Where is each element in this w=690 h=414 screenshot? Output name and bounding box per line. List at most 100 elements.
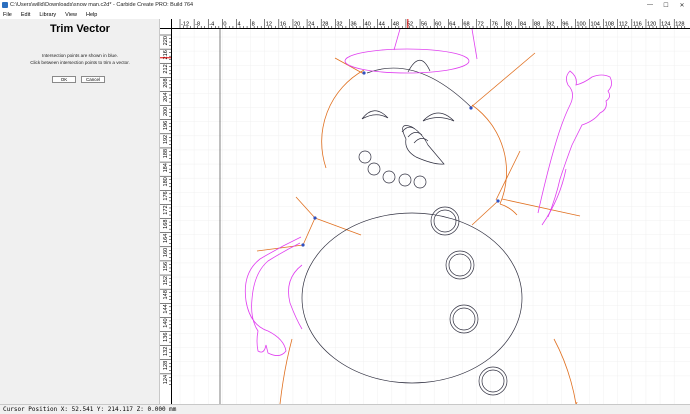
- right-arm-inner: [541, 168, 567, 226]
- window-title: C:\Users\willd\Downloads\snow man.c2d* -…: [10, 2, 194, 8]
- trim-vector-panel: Trim Vector Intersection points are show…: [0, 19, 160, 404]
- ruler-left-label: 140: [163, 318, 169, 327]
- button-4-inner: [481, 369, 505, 393]
- status-bar: Cursor Position X: 52.541 Y: 214.117 Z: …: [0, 404, 690, 414]
- title-bar: C:\Users\willd\Downloads\snow man.c2d* -…: [0, 0, 690, 10]
- button-3-outer: [449, 304, 479, 334]
- branch-upper: [495, 150, 521, 201]
- carrot-nose: [402, 125, 445, 165]
- ruler-top-label: 28: [322, 22, 328, 28]
- ruler-top-label: 96: [562, 22, 568, 28]
- ruler-top-label: 56: [421, 22, 427, 28]
- panel-instruction-2: Click between intersection points to tri…: [30, 60, 130, 65]
- ruler-left-label: 136: [163, 333, 169, 342]
- ruler-top-label: 84: [520, 22, 526, 28]
- ruler-left-label: 204: [163, 92, 169, 101]
- maximize-button[interactable]: ☐: [658, 0, 674, 10]
- head-top-arc: [366, 67, 473, 109]
- ruler-top-label: -4: [209, 22, 214, 28]
- button-2-inner: [448, 253, 472, 277]
- cancel-button[interactable]: Cancel: [81, 76, 105, 83]
- ruler-corner: [160, 19, 172, 29]
- ruler-top-label: 88: [534, 22, 540, 28]
- ruler-top-label: 92: [548, 22, 554, 28]
- ruler-top-label: 124: [661, 22, 670, 28]
- left-arm-mitten: [244, 236, 302, 356]
- horizontal-ruler[interactable]: -12 -8 -4 0 4 8 12 16 20 24 28 32 36 40 44 48 52 56 60 64 68…: [172, 19, 690, 29]
- button-1-outer: [430, 206, 460, 236]
- horizontal-ruler-ticks: -12 -8 -4 0 4 8 12 16 20 24 28 32 36 40 44 48 52 56 60 64 68…: [179, 19, 686, 28]
- ruler-top-label: 104: [590, 22, 599, 28]
- menu-bar: File Edit Library View Help: [0, 10, 690, 19]
- right-arm-mitten: [537, 70, 612, 218]
- hat-left-side: [393, 29, 401, 51]
- ruler-top-label: 60: [435, 22, 441, 28]
- close-button[interactable]: ✕: [674, 0, 690, 10]
- ruler-left-label: 168: [163, 220, 169, 229]
- ruler-top-label: -12: [181, 22, 189, 28]
- panel-title: Trim Vector: [50, 23, 110, 35]
- branch-lower: [471, 200, 499, 226]
- ruler-top-label: 36: [350, 22, 356, 28]
- ruler-left-label: 196: [163, 121, 169, 130]
- panel-instruction-1: Intersection points are shown in blue.: [42, 53, 118, 58]
- snowman-outlines: [301, 59, 523, 396]
- ruler-left-label: 184: [163, 163, 169, 172]
- base-arc-right: [553, 338, 577, 404]
- intersection-point[interactable]: [469, 106, 473, 110]
- ruler-top-label: 16: [280, 22, 286, 28]
- ruler-top-label: 64: [449, 22, 455, 28]
- ok-button[interactable]: OK: [52, 76, 76, 83]
- ruler-top-label: 116: [633, 22, 642, 28]
- ruler-left-label: 124: [163, 375, 169, 384]
- vertical-ruler[interactable]: 220 216 212 208 204 200 196 192 188 184 180 176 172 1…: [160, 29, 172, 404]
- menu-library[interactable]: Library: [39, 12, 56, 18]
- left-branch-up: [295, 196, 316, 219]
- ruler-top-label: 128: [675, 22, 684, 28]
- hat-right-side: [471, 29, 478, 60]
- middle-ball: [301, 212, 523, 384]
- torso-arc-right: [499, 203, 518, 216]
- ruler-left-label: 172: [163, 205, 169, 214]
- ruler-left-label: 144: [163, 304, 169, 313]
- intersection-point[interactable]: [301, 243, 305, 247]
- app-icon: [2, 2, 8, 8]
- button-4-outer: [478, 366, 508, 396]
- mouth-dot-2: [367, 162, 381, 176]
- intersection-point[interactable]: [313, 216, 317, 220]
- intersection-point[interactable]: [362, 71, 366, 75]
- vertical-ruler-ticks: 2202162122082042001961921881841801761721…: [160, 34, 171, 385]
- ruler-top-label: 68: [463, 22, 469, 28]
- ruler-top-label: 112: [619, 22, 628, 28]
- drawing-area[interactable]: [172, 29, 690, 404]
- menu-edit[interactable]: Edit: [21, 12, 30, 18]
- design-canvas[interactable]: [172, 29, 690, 404]
- ruler-left-label: 160: [163, 248, 169, 257]
- ruler-left-label: 176: [163, 191, 169, 200]
- ruler-left-label: 200: [163, 107, 169, 116]
- menu-help[interactable]: Help: [86, 12, 97, 18]
- window-controls: — ☐ ✕: [642, 0, 690, 10]
- minimize-button[interactable]: —: [642, 0, 658, 10]
- ruler-left-label: 180: [163, 177, 169, 186]
- ruler-top-label: 76: [492, 22, 498, 28]
- menu-file[interactable]: File: [3, 12, 12, 18]
- mouth-dot-4: [398, 173, 412, 187]
- ruler-left-label: 132: [163, 347, 169, 356]
- ruler-top-label: 100: [576, 22, 585, 28]
- head-arc-left: [321, 69, 365, 169]
- ruler-left-label: 156: [163, 262, 169, 271]
- ruler-top-label: 32: [336, 22, 342, 28]
- ruler-top-label: 12: [266, 22, 272, 28]
- mouth-dot-3: [382, 170, 396, 184]
- menu-view[interactable]: View: [65, 12, 77, 18]
- left-eye: [361, 110, 389, 120]
- ruler-top-label: 48: [393, 22, 399, 28]
- intersection-point[interactable]: [496, 199, 500, 203]
- left-branch-down: [302, 217, 316, 246]
- base-arc-left: [279, 338, 293, 404]
- grid-lines: [172, 29, 690, 404]
- orange-guides: [256, 52, 581, 404]
- ruler-left-label: 128: [163, 361, 169, 370]
- ruler-top-label: 108: [605, 22, 614, 28]
